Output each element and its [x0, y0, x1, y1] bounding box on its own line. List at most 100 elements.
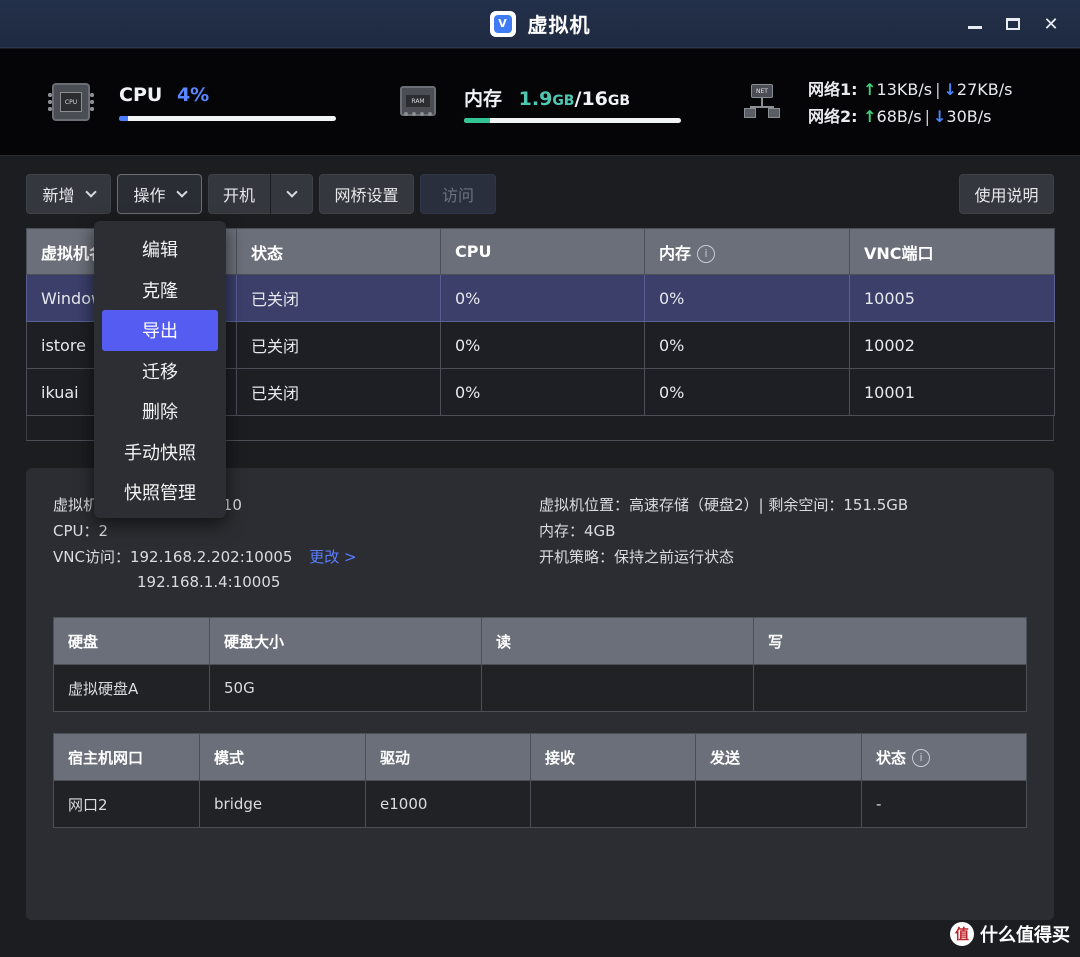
- memory-progress-fill: [464, 118, 491, 123]
- disk-table: 硬盘 硬盘大小 读 写 虚拟硬盘A 50G: [53, 617, 1027, 712]
- vm-vnc-port: 10002: [849, 321, 1055, 369]
- col-header-read: 读: [481, 617, 754, 665]
- menu-item-snapshot-manage[interactable]: 快照管理: [102, 472, 218, 513]
- detail-memory: 内存：4GB: [539, 522, 616, 540]
- chevron-down-icon: [84, 185, 97, 198]
- close-icon: ✕: [1043, 13, 1059, 35]
- memory-used: 1.9: [518, 88, 553, 110]
- nic-tx: [695, 780, 862, 828]
- cpu-progress-fill: [119, 116, 128, 121]
- memory-total: 16: [581, 88, 608, 110]
- cpu-value: 4%: [176, 84, 210, 106]
- col-header-send: 发送: [695, 733, 862, 781]
- menu-item-export[interactable]: 导出: [102, 310, 218, 351]
- nic-table-header: 宿主机网口 模式 驱动 接收 发送 状态 i: [53, 733, 1027, 781]
- vm-memory: 0%: [644, 274, 850, 322]
- detail-vnc-label: VNC访问：: [53, 548, 130, 566]
- nic-rx: [530, 780, 696, 828]
- power-on-button-label: 开机: [223, 186, 256, 205]
- vm-vnc-port: 10005: [849, 274, 1055, 322]
- menu-item-clone[interactable]: 克隆: [102, 270, 218, 311]
- memory-progress-bar: [464, 118, 681, 123]
- info-icon[interactable]: i: [912, 749, 931, 767]
- col-header-cpu[interactable]: CPU: [440, 228, 645, 275]
- maximize-button[interactable]: [998, 10, 1028, 38]
- watermark: 值 什么值得买: [950, 921, 1070, 947]
- disk-write: [753, 664, 1027, 712]
- vm-cpu: 0%: [440, 321, 645, 369]
- col-header-memory[interactable]: 内存 i: [644, 228, 850, 275]
- add-button-label: 新增: [42, 186, 75, 205]
- network-1-down: 27KB/s: [956, 80, 1013, 99]
- app-logo-icon: V: [489, 10, 516, 37]
- disk-size: 50G: [209, 664, 482, 712]
- col-header-status[interactable]: 状态: [236, 228, 441, 275]
- network-2-label: 网络2:: [808, 107, 858, 126]
- operate-button-label: 操作: [133, 186, 166, 205]
- detail-location: 虚拟机位置：高速存储（硬盘2）| 剩余空间：151.5GB: [539, 496, 909, 514]
- info-icon[interactable]: i: [697, 245, 716, 263]
- title-bar: V 虚拟机 ✕: [0, 0, 1080, 48]
- col-header-memory-label: 内存: [659, 243, 692, 263]
- table-row: 网口2 bridge e1000 -: [53, 780, 1027, 828]
- nic-table: 宿主机网口 模式 驱动 接收 发送 状态 i 网口2 bridge e1000 -: [53, 733, 1027, 828]
- close-button[interactable]: ✕: [1036, 10, 1066, 38]
- operate-dropdown-menu: 编辑 克隆 导出 迁移 删除 手动快照 快照管理: [94, 221, 226, 518]
- col-header-disk-size: 硬盘大小: [209, 617, 482, 665]
- cpu-progress-bar: [119, 116, 336, 121]
- network-2-down: 30B/s: [946, 107, 992, 126]
- col-header-receive: 接收: [530, 733, 696, 781]
- download-arrow-icon: ↓: [943, 80, 957, 99]
- ram-chip-icon: RAM: [400, 86, 436, 116]
- table-row: 虚拟硬盘A 50G: [53, 664, 1027, 712]
- vm-memory: 0%: [644, 368, 850, 416]
- detail-vnc-addr1: 192.168.2.202:10005: [129, 548, 293, 566]
- col-header-disk: 硬盘: [53, 617, 210, 665]
- menu-item-migrate[interactable]: 迁移: [102, 351, 218, 392]
- network-2-up: 68B/s: [876, 107, 922, 126]
- bridge-settings-button[interactable]: 网桥设置: [319, 174, 414, 214]
- watermark-text: 什么值得买: [980, 925, 1070, 946]
- menu-item-edit[interactable]: 编辑: [102, 229, 218, 270]
- chevron-down-icon: [175, 185, 188, 198]
- bridge-settings-label: 网桥设置: [334, 186, 399, 205]
- network-1-up: 13KB/s: [876, 80, 933, 99]
- vm-cpu: 0%: [440, 368, 645, 416]
- operate-button[interactable]: 操作: [117, 174, 202, 214]
- power-on-dropdown-toggle[interactable]: [271, 174, 313, 214]
- memory-used-unit: GB: [552, 93, 575, 109]
- nic-port: 网口2: [53, 780, 200, 828]
- disk-read: [481, 664, 754, 712]
- visit-button-label: 访问: [441, 186, 474, 205]
- vm-cpu: 0%: [440, 274, 645, 322]
- menu-item-manual-snapshot[interactable]: 手动快照: [102, 432, 218, 473]
- vm-status: 已关闭: [236, 321, 441, 369]
- disk-table-header: 硬盘 硬盘大小 读 写: [53, 617, 1027, 665]
- detail-boot-policy: 开机策略：保持之前运行状态: [539, 548, 735, 566]
- col-header-nic-status: 状态 i: [861, 733, 1027, 781]
- vm-status: 已关闭: [236, 368, 441, 416]
- col-header-write: 写: [753, 617, 1027, 665]
- network-1-line: 网络1: ↑13KB/s | ↓27KB/s: [808, 76, 1012, 100]
- memory-total-unit: GB: [607, 93, 631, 109]
- app-logo-letter: V: [493, 14, 512, 33]
- col-header-nic-status-label: 状态: [876, 748, 907, 767]
- download-arrow-icon: ↓: [932, 107, 947, 126]
- help-button[interactable]: 使用说明: [959, 174, 1054, 214]
- network-2-sep: |: [924, 107, 930, 126]
- minimize-button[interactable]: [960, 10, 990, 38]
- cpu-label: CPU: [119, 84, 163, 106]
- nic-mode: bridge: [199, 780, 366, 828]
- network-1-label: 网络1:: [808, 80, 858, 99]
- vnc-change-link[interactable]: 更改 >: [309, 548, 356, 566]
- vm-vnc-port: 10001: [849, 368, 1055, 416]
- cpu-stat: CPU 4%: [119, 84, 209, 106]
- network-chip-label: NET: [751, 84, 773, 98]
- nic-driver: e1000: [365, 780, 531, 828]
- add-button[interactable]: 新增: [26, 174, 111, 214]
- vm-memory: 0%: [644, 321, 850, 369]
- window-title: 虚拟机: [527, 13, 591, 37]
- visit-button[interactable]: 访问: [420, 174, 496, 214]
- col-header-vnc[interactable]: VNC端口: [849, 228, 1055, 275]
- menu-item-delete[interactable]: 删除: [102, 391, 218, 432]
